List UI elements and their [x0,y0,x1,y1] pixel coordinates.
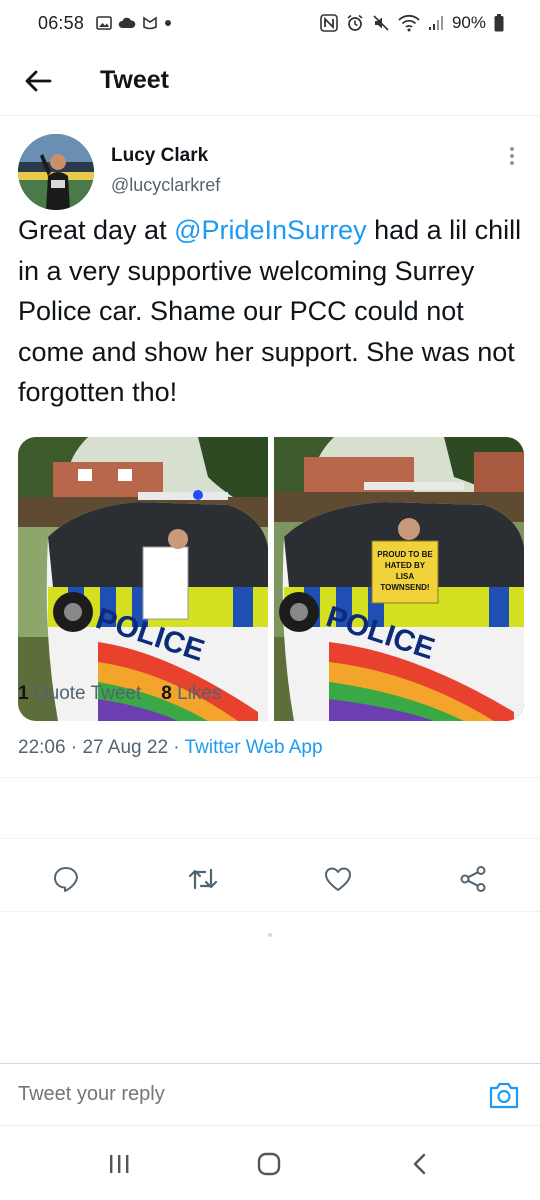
divider [0,838,540,839]
more-options-button[interactable] [502,145,522,167]
mute-icon [373,15,389,31]
arrow-left-icon [25,70,52,91]
status-bar: 06:58 90% [0,0,540,46]
author-name[interactable]: Lucy Clark [111,145,208,167]
divider [0,777,540,778]
notification-icon [143,16,157,30]
svg-text:TOWNSEND!: TOWNSEND! [380,583,429,592]
reply-input[interactable] [18,1083,438,1106]
tweet-text: Great day at @PrideInSurrey had a lil ch… [18,210,528,413]
heart-icon [325,867,351,891]
reply-bar [0,1063,540,1125]
more-dot-icon [510,147,514,151]
tweet-actions [0,846,540,910]
battery-percent: 90% [451,13,486,32]
tweet: Lucy Clark @lucyclarkref Great day at @P… [0,117,540,758]
wifi-icon [398,14,420,32]
dot-icon [165,20,172,26]
share-button[interactable] [458,864,488,894]
tweet-stats: 1 Quote Tweet 8 Likes [18,683,221,705]
tweet-time: 22:06 [18,737,66,758]
like-label: Likes [177,683,222,704]
quote-count: 1 [18,683,29,704]
app-header: Tweet [0,46,540,116]
tweet-media: POLICE PROUD TO BE HATED BY LISA TOWNSEN… [18,437,524,721]
battery-icon [494,14,504,32]
more-dot-icon [510,154,514,158]
system-nav-bar [0,1125,540,1200]
signal-icon [428,16,443,30]
tweet-date: 27 Aug 22 [82,737,169,758]
reply-button[interactable] [51,864,81,894]
recent-apps-icon [110,1155,129,1173]
mention-link[interactable]: @PrideInSurrey [174,215,366,245]
more-dot-icon [510,161,514,165]
svg-text:HATED BY: HATED BY [385,561,426,570]
reply-icon [54,867,78,892]
tweet-meta: 22:06 · 27 Aug 22 · Twitter Web App [18,737,323,758]
share-icon [460,866,486,892]
home-icon [257,1152,281,1176]
camera-icon [489,1082,519,1109]
chevron-left-icon [413,1153,426,1175]
divider [0,911,540,912]
quote-tweets-stat[interactable]: 1 Quote Tweet [18,683,141,705]
retweet-icon [188,868,218,890]
like-count: 8 [161,683,172,704]
avatar[interactable] [18,134,94,210]
tweet-source[interactable]: Twitter Web App [185,737,323,758]
loading-indicator [268,933,272,937]
svg-text:PROUD TO BE: PROUD TO BE [377,550,433,559]
tweet-photo-2[interactable]: PROUD TO BE HATED BY LISA TOWNSEND! POLI… [274,437,524,721]
page-title: Tweet [100,66,169,94]
like-button[interactable] [323,864,353,894]
alarm-icon [347,14,363,31]
back-nav-button[interactable] [405,1151,435,1177]
tweet-header: Lucy Clark @lucyclarkref [0,117,540,213]
status-time: 06:58 [38,12,85,33]
tweet-photo-1[interactable]: POLICE [18,437,268,721]
retweet-button[interactable] [188,864,218,894]
gallery-icon [96,16,112,30]
back-button[interactable] [18,61,58,101]
cloud-icon [118,17,136,28]
home-button[interactable] [254,1151,284,1177]
tweet-text-before: Great day at [18,215,175,245]
svg-text:LISA: LISA [396,572,414,581]
camera-button[interactable] [488,1080,520,1110]
recent-apps-button[interactable] [104,1151,134,1177]
quote-label: Quote Tweet [33,683,142,704]
likes-stat[interactable]: 8 Likes [161,683,221,705]
nfc-icon [320,14,338,32]
author-handle[interactable]: @lucyclarkref [111,175,220,196]
